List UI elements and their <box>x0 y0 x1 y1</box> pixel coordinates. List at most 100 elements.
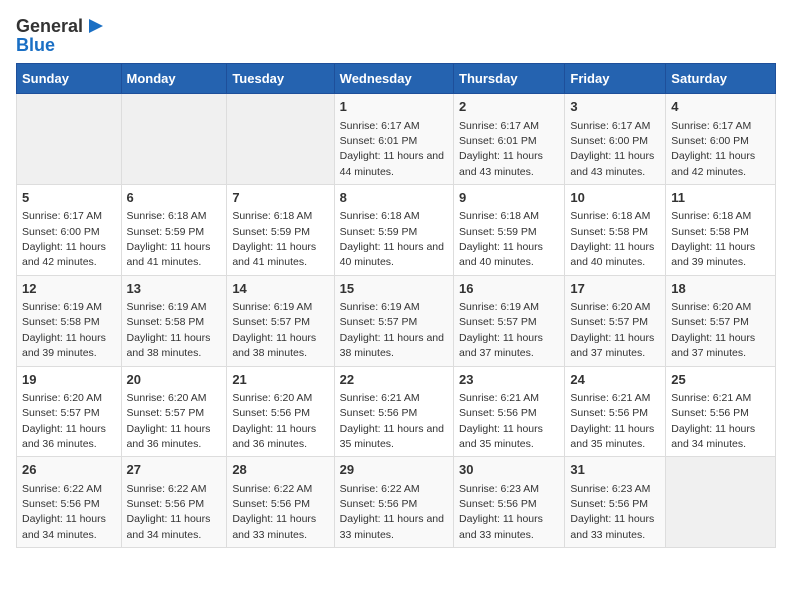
day-info: Sunrise: 6:18 AMSunset: 5:59 PMDaylight:… <box>127 210 211 268</box>
day-number: 23 <box>459 371 559 389</box>
calendar-cell: 2 Sunrise: 6:17 AMSunset: 6:01 PMDaylight… <box>454 94 565 185</box>
day-info: Sunrise: 6:22 AMSunset: 5:56 PMDaylight:… <box>232 483 316 541</box>
day-info: Sunrise: 6:17 AMSunset: 6:00 PMDaylight:… <box>22 210 106 268</box>
day-number: 28 <box>232 461 328 479</box>
day-info: Sunrise: 6:18 AMSunset: 5:59 PMDaylight:… <box>459 210 543 268</box>
day-info: Sunrise: 6:22 AMSunset: 5:56 PMDaylight:… <box>127 483 211 541</box>
day-number: 8 <box>340 189 448 207</box>
calendar-cell: 30 Sunrise: 6:23 AMSunset: 5:56 PMDayligh… <box>454 457 565 548</box>
calendar-cell: 15 Sunrise: 6:19 AMSunset: 5:57 PMDayligh… <box>334 275 453 366</box>
calendar-cell: 18 Sunrise: 6:20 AMSunset: 5:57 PMDayligh… <box>666 275 776 366</box>
calendar-cell: 12 Sunrise: 6:19 AMSunset: 5:58 PMDayligh… <box>17 275 122 366</box>
day-number: 31 <box>570 461 660 479</box>
day-info: Sunrise: 6:18 AMSunset: 5:59 PMDaylight:… <box>232 210 316 268</box>
day-number: 20 <box>127 371 222 389</box>
day-number: 30 <box>459 461 559 479</box>
day-info: Sunrise: 6:17 AMSunset: 6:01 PMDaylight:… <box>459 120 543 178</box>
day-number: 18 <box>671 280 770 298</box>
weekday-header-row: SundayMondayTuesdayWednesdayThursdayFrid… <box>17 64 776 94</box>
day-info: Sunrise: 6:18 AMSunset: 5:58 PMDaylight:… <box>671 210 755 268</box>
day-number: 10 <box>570 189 660 207</box>
day-number: 3 <box>570 98 660 116</box>
weekday-header: Monday <box>121 64 227 94</box>
calendar-cell: 5 Sunrise: 6:17 AMSunset: 6:00 PMDaylight… <box>17 185 122 276</box>
day-number: 6 <box>127 189 222 207</box>
logo-text: General Blue <box>16 16 103 55</box>
day-info: Sunrise: 6:19 AMSunset: 5:58 PMDaylight:… <box>127 301 211 359</box>
day-info: Sunrise: 6:22 AMSunset: 5:56 PMDaylight:… <box>22 483 106 541</box>
calendar-week-row: 5 Sunrise: 6:17 AMSunset: 6:00 PMDaylight… <box>17 185 776 276</box>
day-info: Sunrise: 6:18 AMSunset: 5:59 PMDaylight:… <box>340 210 444 268</box>
day-number: 13 <box>127 280 222 298</box>
calendar-cell: 6 Sunrise: 6:18 AMSunset: 5:59 PMDaylight… <box>121 185 227 276</box>
calendar-week-row: 19Sunrise: 6:20 AMSunset: 5:57 PMDayligh… <box>17 366 776 457</box>
calendar-cell <box>227 94 334 185</box>
day-number: 25 <box>671 371 770 389</box>
calendar-cell: 22Sunrise: 6:21 AMSunset: 5:56 PMDayligh… <box>334 366 453 457</box>
calendar-cell: 3Sunrise: 6:17 AMSunset: 6:00 PMDaylight… <box>565 94 666 185</box>
calendar-cell: 29 Sunrise: 6:22 AMSunset: 5:56 PMDayligh… <box>334 457 453 548</box>
calendar-cell: 9 Sunrise: 6:18 AMSunset: 5:59 PMDaylight… <box>454 185 565 276</box>
day-number: 7 <box>232 189 328 207</box>
day-info: Sunrise: 6:20 AMSunset: 5:57 PMDaylight:… <box>127 392 211 450</box>
day-number: 12 <box>22 280 116 298</box>
calendar-cell: 11 Sunrise: 6:18 AMSunset: 5:58 PMDayligh… <box>666 185 776 276</box>
calendar-cell: 10Sunrise: 6:18 AMSunset: 5:58 PMDayligh… <box>565 185 666 276</box>
calendar-cell: 1 Sunrise: 6:17 AMSunset: 6:01 PMDaylight… <box>334 94 453 185</box>
day-number: 27 <box>127 461 222 479</box>
day-number: 9 <box>459 189 559 207</box>
weekday-header: Wednesday <box>334 64 453 94</box>
weekday-header: Thursday <box>454 64 565 94</box>
day-info: Sunrise: 6:23 AMSunset: 5:56 PMDaylight:… <box>459 483 543 541</box>
day-info: Sunrise: 6:20 AMSunset: 5:57 PMDaylight:… <box>671 301 755 359</box>
day-info: Sunrise: 6:20 AMSunset: 5:57 PMDaylight:… <box>570 301 654 359</box>
calendar-cell: 7 Sunrise: 6:18 AMSunset: 5:59 PMDaylight… <box>227 185 334 276</box>
day-number: 26 <box>22 461 116 479</box>
day-number: 2 <box>459 98 559 116</box>
day-info: Sunrise: 6:22 AMSunset: 5:56 PMDaylight:… <box>340 483 444 541</box>
calendar-cell: 23Sunrise: 6:21 AMSunset: 5:56 PMDayligh… <box>454 366 565 457</box>
calendar-cell: 8 Sunrise: 6:18 AMSunset: 5:59 PMDaylight… <box>334 185 453 276</box>
day-number: 17 <box>570 280 660 298</box>
calendar-cell <box>666 457 776 548</box>
weekday-header: Tuesday <box>227 64 334 94</box>
day-info: Sunrise: 6:21 AMSunset: 5:56 PMDaylight:… <box>671 392 755 450</box>
day-number: 5 <box>22 189 116 207</box>
day-number: 14 <box>232 280 328 298</box>
day-info: Sunrise: 6:19 AMSunset: 5:58 PMDaylight:… <box>22 301 106 359</box>
day-info: Sunrise: 6:19 AMSunset: 5:57 PMDaylight:… <box>340 301 444 359</box>
day-number: 15 <box>340 280 448 298</box>
logo: General Blue <box>16 16 103 55</box>
calendar-table: SundayMondayTuesdayWednesdayThursdayFrid… <box>16 63 776 548</box>
calendar-cell: 19Sunrise: 6:20 AMSunset: 5:57 PMDayligh… <box>17 366 122 457</box>
calendar-week-row: 1 Sunrise: 6:17 AMSunset: 6:01 PMDaylight… <box>17 94 776 185</box>
day-number: 1 <box>340 98 448 116</box>
calendar-cell: 27 Sunrise: 6:22 AMSunset: 5:56 PMDayligh… <box>121 457 227 548</box>
day-number: 24 <box>570 371 660 389</box>
day-number: 16 <box>459 280 559 298</box>
weekday-header: Saturday <box>666 64 776 94</box>
logo-arrow-icon <box>85 17 103 35</box>
day-info: Sunrise: 6:17 AMSunset: 6:01 PMDaylight:… <box>340 120 444 178</box>
logo-blue: Blue <box>16 35 55 56</box>
page-header: General Blue <box>16 16 776 55</box>
calendar-cell: 28 Sunrise: 6:22 AMSunset: 5:56 PMDayligh… <box>227 457 334 548</box>
weekday-header: Sunday <box>17 64 122 94</box>
calendar-cell: 17 Sunrise: 6:20 AMSunset: 5:57 PMDayligh… <box>565 275 666 366</box>
calendar-cell: 16Sunrise: 6:19 AMSunset: 5:57 PMDayligh… <box>454 275 565 366</box>
day-info: Sunrise: 6:19 AMSunset: 5:57 PMDaylight:… <box>232 301 316 359</box>
calendar-cell <box>121 94 227 185</box>
calendar-cell: 4Sunrise: 6:17 AMSunset: 6:00 PMDaylight… <box>666 94 776 185</box>
calendar-cell: 24Sunrise: 6:21 AMSunset: 5:56 PMDayligh… <box>565 366 666 457</box>
calendar-cell: 20 Sunrise: 6:20 AMSunset: 5:57 PMDayligh… <box>121 366 227 457</box>
day-info: Sunrise: 6:17 AMSunset: 6:00 PMDaylight:… <box>671 120 755 178</box>
day-info: Sunrise: 6:23 AMSunset: 5:56 PMDaylight:… <box>570 483 654 541</box>
day-info: Sunrise: 6:20 AMSunset: 5:56 PMDaylight:… <box>232 392 316 450</box>
day-number: 21 <box>232 371 328 389</box>
calendar-cell <box>17 94 122 185</box>
calendar-cell: 21 Sunrise: 6:20 AMSunset: 5:56 PMDayligh… <box>227 366 334 457</box>
day-number: 29 <box>340 461 448 479</box>
day-number: 22 <box>340 371 448 389</box>
day-number: 11 <box>671 189 770 207</box>
calendar-cell: 13 Sunrise: 6:19 AMSunset: 5:58 PMDayligh… <box>121 275 227 366</box>
